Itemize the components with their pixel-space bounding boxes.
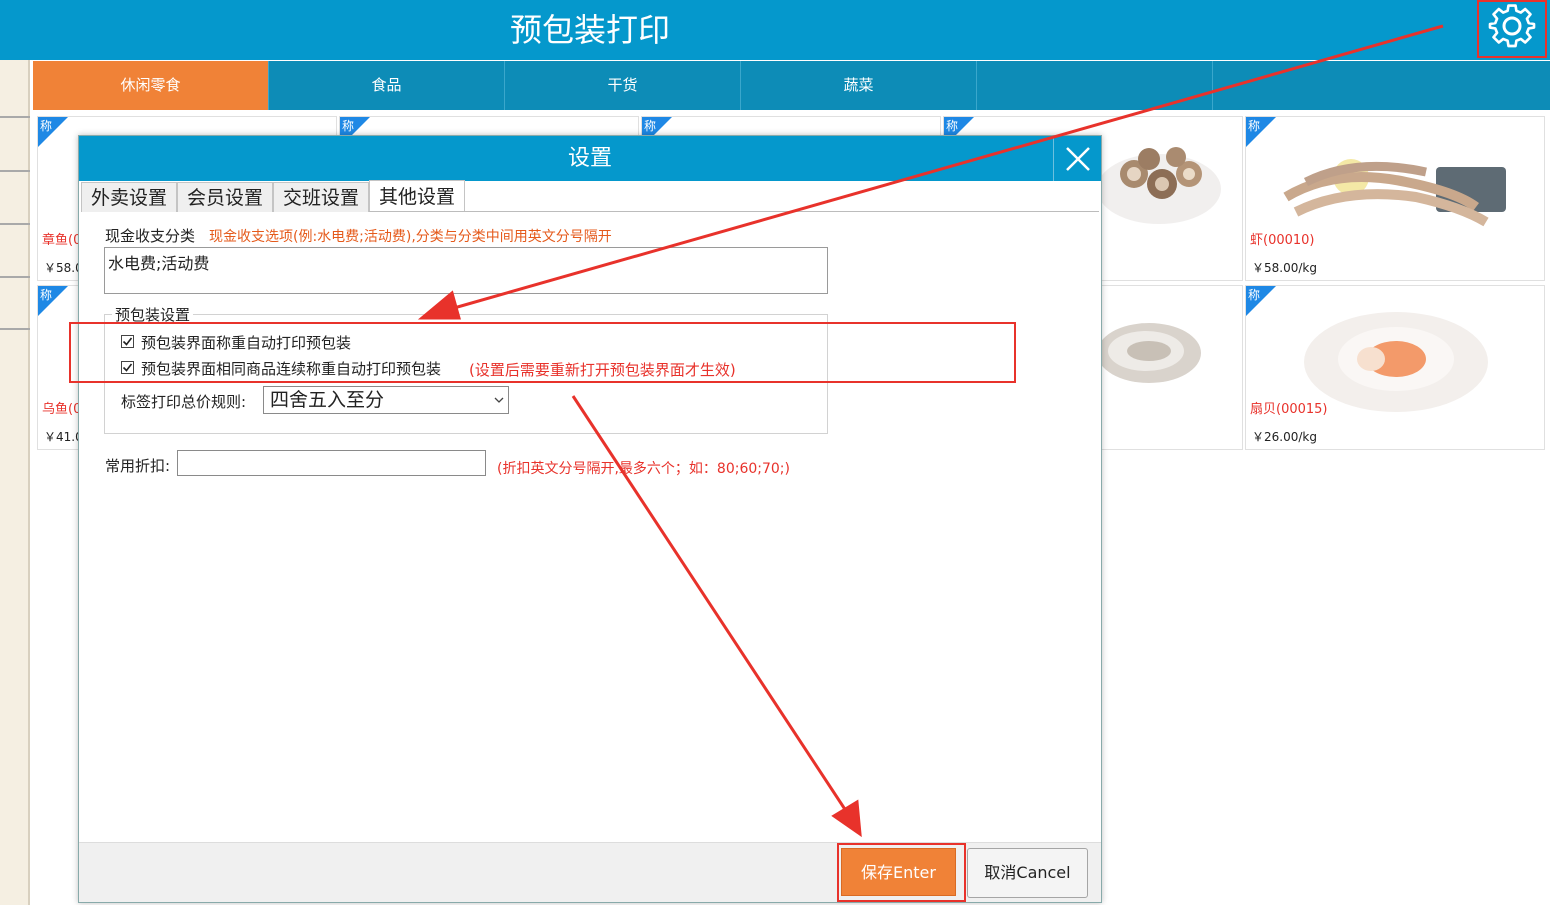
category-tab-empty[interactable] — [1213, 61, 1550, 110]
annotation-highlight-box — [69, 322, 1016, 383]
left-divider — [0, 276, 30, 278]
save-button[interactable]: 保存Enter — [841, 848, 956, 896]
dialog-title: 设置 — [567, 146, 612, 171]
product-name: 章鱼(0 — [42, 233, 82, 248]
settings-dialog: 设置 外卖设置 会员设置 交班设置 其他设置 现金收支分类 现金收支选项(例:水… — [78, 135, 1102, 903]
product-price: ￥26.00/kg — [1252, 430, 1317, 444]
cancel-button[interactable]: 取消Cancel — [967, 848, 1088, 898]
weigh-badge-label: 称 — [40, 288, 53, 302]
tab-shift-settings[interactable]: 交班设置 — [273, 182, 369, 212]
close-icon — [1065, 146, 1090, 171]
chevron-down-icon — [494, 397, 504, 403]
left-divider — [0, 170, 30, 172]
weigh-badge-label: 称 — [1248, 119, 1261, 133]
product-price: ￥41.0 — [44, 430, 83, 444]
rounding-rule-label: 标签打印总价规则: — [121, 393, 247, 411]
product-name: 虾(00010) — [1250, 233, 1315, 248]
weigh-badge-label: 称 — [40, 119, 53, 133]
cash-category-hint: 现金收支选项(例:水电费;活动费),分类与分类中间用英文分号隔开 — [209, 229, 612, 245]
tab-member-settings[interactable]: 会员设置 — [177, 182, 273, 212]
rounding-rule-value: 四舍五入至分 — [270, 389, 385, 411]
product-card[interactable]: 称 虾(00010) ￥58.00/kg — [1245, 116, 1545, 281]
scallop-image — [1304, 312, 1488, 412]
discount-label: 常用折扣: — [105, 457, 171, 475]
settings-button[interactable] — [1477, 0, 1547, 58]
left-divider — [0, 328, 30, 330]
close-button[interactable] — [1053, 136, 1101, 181]
rounding-rule-select[interactable]: 四舍五入至分 — [263, 386, 509, 414]
category-tab-snacks[interactable]: 休闲零食 — [33, 61, 269, 110]
category-tab-empty[interactable] — [977, 61, 1213, 110]
product-name: 乌鱼(0 — [42, 402, 82, 417]
product-name: 扇贝(00015) — [1250, 402, 1328, 417]
product-price: ￥58.00/kg — [1252, 261, 1317, 275]
category-tab-food[interactable]: 食品 — [269, 61, 505, 110]
dialog-header: 设置 — [79, 136, 1101, 181]
discount-input[interactable] — [177, 450, 486, 476]
category-tab-vegetables[interactable]: 蔬菜 — [741, 61, 977, 110]
left-divider — [0, 116, 30, 118]
tab-takeout-settings[interactable]: 外卖设置 — [81, 182, 177, 212]
weigh-badge-label: 称 — [644, 119, 657, 133]
left-side-panel — [0, 60, 30, 905]
settings-tab-bar: 外卖设置 会员设置 交班设置 其他设置 — [81, 180, 1099, 212]
gear-icon — [1488, 4, 1536, 48]
window-title: 预包装打印 — [509, 11, 670, 49]
discount-hint: (折扣英文分号隔开,最多六个；如：80;60;70;) — [497, 461, 790, 477]
category-tab-dry-goods[interactable]: 干货 — [505, 61, 741, 110]
weigh-badge-label: 称 — [1248, 288, 1261, 302]
oyster-image — [1097, 323, 1201, 383]
weigh-badge-label: 称 — [946, 119, 959, 133]
snails-image — [1097, 147, 1221, 224]
app-window: 预包装打印 休闲零食 食品 干货 蔬菜 称 章鱼(0 ￥58.0 称 称 称 称… — [0, 0, 1550, 905]
cash-category-label: 现金收支分类 — [105, 227, 196, 245]
weigh-badge-label: 称 — [342, 119, 355, 133]
left-divider — [0, 223, 30, 225]
product-price: ￥58.0 — [44, 261, 83, 275]
title-bar: 预包装打印 — [0, 0, 1550, 60]
cash-category-input[interactable]: 水电费;活动费 — [104, 247, 828, 294]
category-tab-bar: 休闲零食 食品 干货 蔬菜 — [33, 61, 1550, 110]
shrimp-image — [1283, 159, 1506, 227]
tab-other-settings[interactable]: 其他设置 — [369, 180, 465, 211]
product-card[interactable]: 称 扇贝(00015) ￥26.00/kg — [1245, 285, 1545, 450]
